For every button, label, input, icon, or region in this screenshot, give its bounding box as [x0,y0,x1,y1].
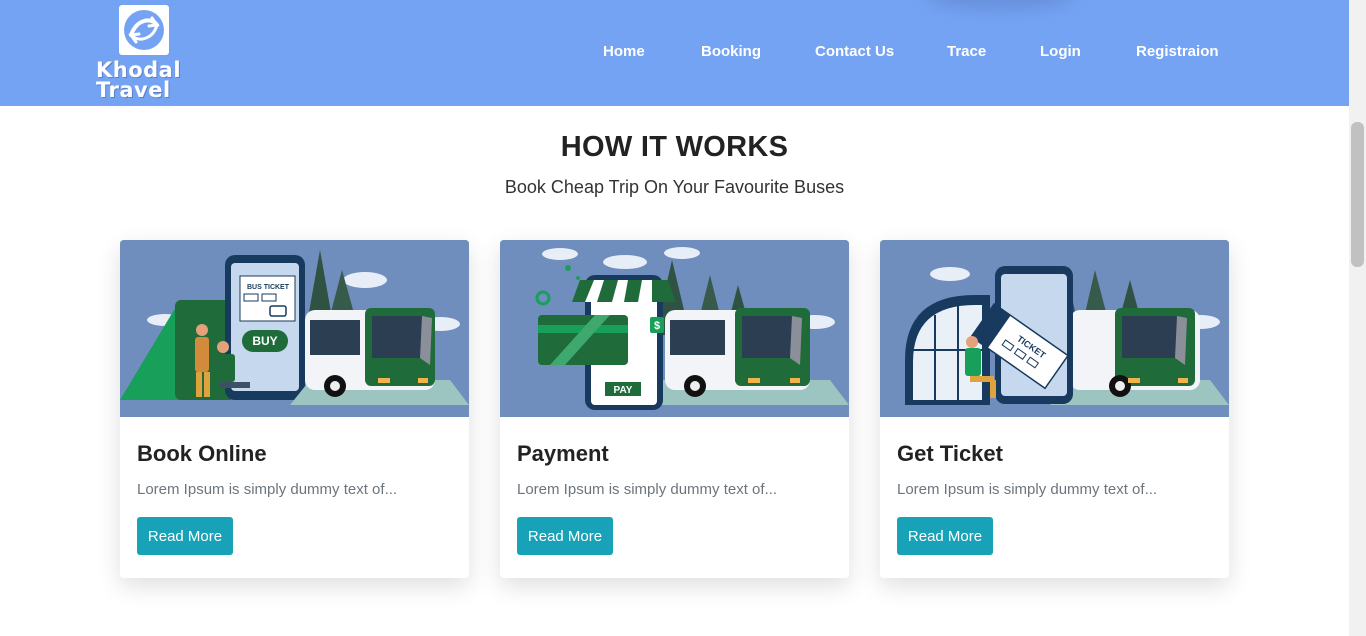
nav-registration[interactable]: Registraion [1136,43,1219,60]
get-ticket-illustration: TICKET [880,240,1229,417]
image-label-dollar: $ [654,320,660,332]
section-title: HOW IT WORKS [560,131,789,163]
nav-contact-us[interactable]: Contact Us [815,43,894,60]
card-text: Lorem Ipsum is simply dummy text of... [137,481,398,498]
card-text: Lorem Ipsum is simply dummy text of... [517,481,778,498]
header-glow [925,0,1075,10]
card-payment: $ PAY Payment Lorem Ipsum is simply dumm… [500,240,849,578]
logo-line1: Khodal [96,58,182,82]
nav-login[interactable]: Login [1040,43,1081,60]
card-title: Payment [517,441,609,466]
image-label-pay: PAY [614,385,633,396]
scrollbar-track[interactable] [1349,0,1366,636]
logo-text: Khodal Travel [96,58,196,102]
logo-line2: Travel [96,78,171,102]
card-get-ticket: TICKET Get Ticket Lorem Ipsum is simply … [880,240,1229,578]
image-label-buy: BUY [252,334,277,348]
image-label-bus-ticket: BUS TICKET [247,284,290,291]
card-text: Lorem Ipsum is simply dummy text of... [897,481,1158,498]
read-more-button[interactable]: Read More [517,517,613,555]
scrollbar-thumb[interactable] [1351,122,1364,267]
nav-links: Home Booking Contact Us Trace Login Regi… [0,43,1349,63]
payment-illustration: $ PAY [500,240,849,417]
section-subtitle: Book Cheap Trip On Your Favourite Buses [504,177,845,197]
nav-home[interactable]: Home [603,43,645,60]
navbar: Khodal Travel Home Booking Contact Us Tr… [0,0,1349,106]
card-title: Book Online [137,441,267,466]
nav-booking[interactable]: Booking [701,43,761,60]
nav-trace[interactable]: Trace [947,43,986,60]
card-book-online: BUS TICKET BUY Book Online Lorem Ipsum i… [120,240,469,578]
card-title: Get Ticket [897,441,1003,466]
read-more-button[interactable]: Read More [137,517,233,555]
book-online-illustration: BUS TICKET BUY [120,240,469,417]
read-more-button[interactable]: Read More [897,517,993,555]
